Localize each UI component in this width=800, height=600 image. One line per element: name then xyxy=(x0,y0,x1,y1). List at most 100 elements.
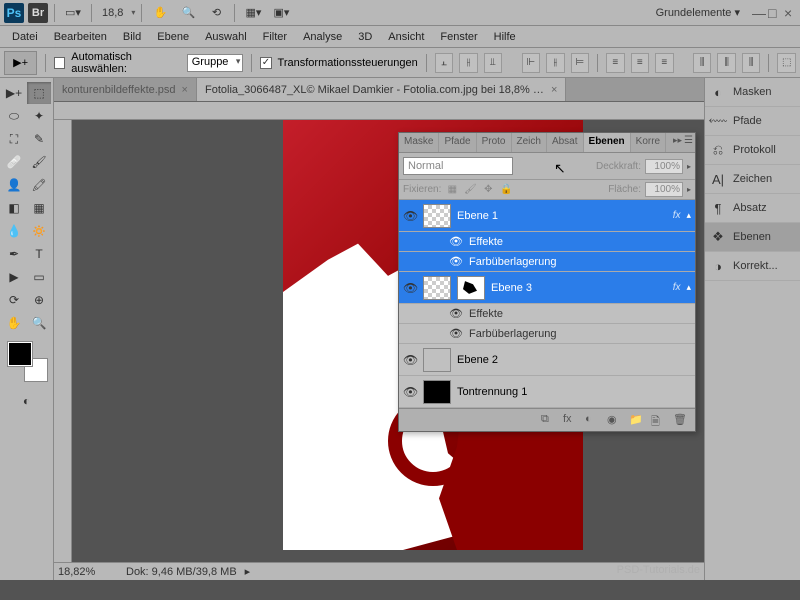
auto-select-checkbox[interactable] xyxy=(54,57,65,69)
3d-orbit-tool-icon[interactable]: ⊕ xyxy=(27,289,51,311)
menu-help[interactable]: Hilfe xyxy=(486,28,524,46)
view-extras-button[interactable]: ▭▾ xyxy=(61,3,85,23)
dodge-tool-icon[interactable]: 🔅 xyxy=(27,220,51,242)
panel-character[interactable]: A|Zeichen xyxy=(705,165,800,194)
visibility-icon[interactable]: 👁 xyxy=(449,235,463,248)
healing-tool-icon[interactable]: 🩹 xyxy=(2,151,26,173)
history-brush-tool-icon[interactable]: 🖍 xyxy=(27,174,51,196)
align-right-icon[interactable]: ⊨ xyxy=(571,53,590,73)
align-top-icon[interactable]: ⫠ xyxy=(435,53,454,73)
distribute-bottom-icon[interactable]: ≡ xyxy=(655,53,674,73)
panel-paragraph[interactable]: ¶Absatz xyxy=(705,194,800,223)
layer-thumbnail[interactable] xyxy=(423,276,451,300)
tab-paths[interactable]: Pfade xyxy=(439,133,476,152)
path-select-tool-icon[interactable]: ▶ xyxy=(2,266,26,288)
menu-select[interactable]: Auswahl xyxy=(197,28,255,46)
lasso-tool-icon[interactable]: ⬭ xyxy=(2,105,26,127)
blend-mode-dropdown[interactable]: Normal xyxy=(403,157,513,175)
marquee-tool-icon[interactable]: ⬚ xyxy=(27,82,51,104)
current-tool-icon[interactable]: ▶+ xyxy=(4,51,37,75)
effects-row[interactable]: 👁 Effekte xyxy=(399,232,695,252)
lock-position-icon[interactable]: ✥ xyxy=(481,183,495,197)
shape-tool-icon[interactable]: ▭ xyxy=(27,266,51,288)
zoom-tool-icon[interactable]: 🔍 xyxy=(27,312,51,334)
align-hcenter-icon[interactable]: ⫲ xyxy=(546,53,565,73)
tab-paragraph[interactable]: Absat xyxy=(547,133,584,152)
menu-image[interactable]: Bild xyxy=(115,28,149,46)
visibility-icon[interactable]: 👁 xyxy=(403,209,417,223)
3d-rotate-tool-icon[interactable]: ⟳ xyxy=(2,289,26,311)
close-icon[interactable]: × xyxy=(784,7,796,19)
distribute-hcenter-icon[interactable]: ⫼ xyxy=(717,53,736,73)
status-zoom[interactable]: 18,82% xyxy=(58,566,118,578)
minimize-icon[interactable]: — xyxy=(752,7,764,19)
fx-badge[interactable]: fx xyxy=(673,282,681,293)
fill-dropdown-icon[interactable]: ▸ xyxy=(687,185,691,194)
visibility-icon[interactable]: 👁 xyxy=(403,385,417,399)
distribute-top-icon[interactable]: ≡ xyxy=(606,53,625,73)
align-left-icon[interactable]: ⊩ xyxy=(522,53,541,73)
delete-layer-icon[interactable]: 🗑 xyxy=(673,413,689,427)
layer-mask-thumbnail[interactable] xyxy=(457,276,485,300)
opacity-dropdown-icon[interactable]: ▸ xyxy=(687,162,691,171)
panel-menu-icon[interactable]: ☰ xyxy=(684,135,693,150)
adjustment-layer-icon[interactable]: ◉ xyxy=(607,413,623,427)
layer-row[interactable]: 👁 Tontrennung 1 xyxy=(399,376,695,408)
fx-badge[interactable]: fx xyxy=(673,210,681,221)
lock-transparency-icon[interactable]: ▦ xyxy=(445,183,459,197)
screen-mode-icon[interactable]: ▣▾ xyxy=(269,3,293,23)
layer-mask-icon[interactable]: ◐ xyxy=(585,413,601,427)
move-tool-icon[interactable]: ▶+ xyxy=(2,82,26,104)
new-group-icon[interactable]: 📁 xyxy=(629,413,645,427)
layer-row[interactable]: 👁 Ebene 3 fx ▴ xyxy=(399,272,695,304)
horizontal-ruler[interactable] xyxy=(54,102,704,120)
auto-select-dropdown[interactable]: Gruppe xyxy=(187,54,244,72)
hand-tool-icon[interactable]: ✋ xyxy=(2,312,26,334)
workspace-switcher[interactable]: Grundelemente ▾ xyxy=(656,6,740,19)
gradient-tool-icon[interactable]: ▦ xyxy=(27,197,51,219)
pen-tool-icon[interactable]: ✒ xyxy=(2,243,26,265)
close-icon[interactable]: × xyxy=(551,84,557,96)
align-bottom-icon[interactable]: ⫫ xyxy=(484,53,503,73)
document-tab-1[interactable]: konturenbildeffekte.psd × xyxy=(54,78,197,101)
layer-style-icon[interactable]: fx xyxy=(563,413,579,427)
menu-file[interactable]: Datei xyxy=(4,28,46,46)
status-doc-size[interactable]: Dok: 9,46 MB/39,8 MB xyxy=(126,566,237,578)
type-tool-icon[interactable]: T xyxy=(27,243,51,265)
crop-tool-icon[interactable]: ⛶ xyxy=(2,128,26,150)
layer-row[interactable]: 👁 Ebene 1 fx ▴ xyxy=(399,200,695,232)
distribute-vcenter-icon[interactable]: ≡ xyxy=(631,53,650,73)
brush-tool-icon[interactable]: 🖌 xyxy=(27,151,51,173)
blur-tool-icon[interactable]: 💧 xyxy=(2,220,26,242)
panel-paths[interactable]: ⬳Pfade xyxy=(705,107,800,136)
zoom-level-display[interactable]: 18,8 xyxy=(98,7,127,19)
layer-name[interactable]: Tontrennung 1 xyxy=(457,386,691,398)
bridge-icon[interactable]: Br xyxy=(28,3,48,23)
transform-controls-checkbox[interactable] xyxy=(260,57,271,69)
foreground-color[interactable] xyxy=(8,342,32,366)
lock-pixels-icon[interactable]: 🖌 xyxy=(463,183,477,197)
layer-name[interactable]: Ebene 2 xyxy=(457,354,691,366)
tab-history[interactable]: Proto xyxy=(477,133,512,152)
color-swatches[interactable] xyxy=(8,342,48,382)
arrange-docs-icon[interactable]: ▦▾ xyxy=(241,3,265,23)
auto-align-icon[interactable]: ⬚ xyxy=(777,53,796,73)
panel-collapse-icon[interactable]: ▸▸ xyxy=(673,135,682,150)
visibility-icon[interactable]: 👁 xyxy=(449,327,463,340)
link-layers-icon[interactable]: ⧉ xyxy=(541,413,557,427)
eraser-tool-icon[interactable]: ◧ xyxy=(2,197,26,219)
chevron-down-icon[interactable]: ▴ xyxy=(686,282,691,293)
effect-item-row[interactable]: 👁 Farbüberlagerung xyxy=(399,324,695,344)
effect-item-row[interactable]: 👁 Farbüberlagerung xyxy=(399,252,695,272)
effects-row[interactable]: 👁 Effekte xyxy=(399,304,695,324)
close-icon[interactable]: × xyxy=(182,84,188,96)
visibility-icon[interactable]: 👁 xyxy=(449,307,463,320)
opacity-input[interactable]: 100% xyxy=(645,159,683,174)
lock-all-icon[interactable]: 🔒 xyxy=(499,183,513,197)
tab-character[interactable]: Zeich xyxy=(512,133,547,152)
panel-adjustments[interactable]: ◑Korrekt... xyxy=(705,252,800,281)
rotate-view-icon[interactable]: ⟲ xyxy=(204,3,228,23)
adjustment-layer-thumbnail[interactable] xyxy=(423,380,451,404)
layer-row[interactable]: 👁 Ebene 2 xyxy=(399,344,695,376)
quick-select-tool-icon[interactable]: ✦ xyxy=(27,105,51,127)
